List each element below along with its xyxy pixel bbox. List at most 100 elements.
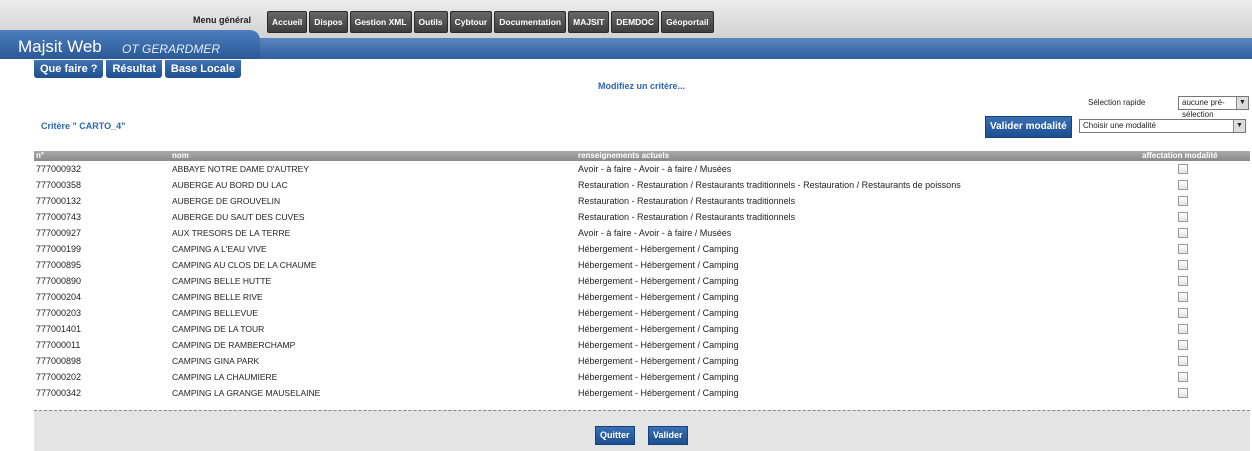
row-checkbox[interactable] (1178, 244, 1188, 254)
menu-label: Menu général (193, 15, 252, 25)
criterion-label: Critère " CARTO_4" (41, 121, 126, 131)
menu-item-demdoc[interactable]: DEMDOC (611, 11, 660, 33)
app-subtitle: OT GERARDMER (122, 42, 221, 56)
row-nom: CAMPING AU CLOS DE LA CHAUME (172, 260, 317, 270)
modality-dropdown[interactable]: Choisir une modalité ▼ (1079, 119, 1246, 133)
chevron-down-icon: ▼ (1233, 120, 1245, 132)
table-row: 777000342 CAMPING LA GRANGE MAUSELAINE H… (34, 386, 1250, 402)
tab-base-locale[interactable]: Base Locale (164, 60, 242, 78)
row-checkbox[interactable] (1178, 196, 1188, 206)
row-nom: CAMPING LA CHAUMIERE (172, 372, 278, 382)
quit-button[interactable]: Quitter (595, 426, 635, 445)
row-renseignements: Restauration - Restauration / Restaurant… (578, 212, 796, 222)
row-num: 777000927 (36, 228, 82, 238)
row-nom: CAMPING DE LA TOUR (172, 324, 265, 334)
row-renseignements: Hébergement - Hébergement / Camping (578, 372, 739, 382)
row-renseignements: Hébergement - Hébergement / Camping (578, 260, 739, 270)
modality-select-value: Choisir une modalité (1083, 121, 1156, 130)
menu-item-majsit[interactable]: MAJSIT (568, 11, 610, 33)
table-row: 777001401 CAMPING DE LA TOUR Hébergement… (34, 322, 1250, 338)
row-nom: CAMPING BELLE HUTTE (172, 276, 272, 286)
row-checkbox[interactable] (1178, 292, 1188, 302)
row-checkbox[interactable] (1178, 372, 1188, 382)
table-row: 777000895 CAMPING AU CLOS DE LA CHAUME H… (34, 258, 1250, 274)
tab-resultat[interactable]: Résultat (106, 60, 162, 78)
row-nom: CAMPING DE RAMBERCHAMP (172, 340, 296, 350)
row-nom: ABBAYE NOTRE DAME D'AUTREY (172, 164, 310, 174)
quick-select-dropdown[interactable]: aucune pré-sélection ▼ (1178, 96, 1249, 119)
row-renseignements: Hébergement - Hébergement / Camping (578, 388, 739, 398)
row-nom: CAMPING A L'EAU VIVE (172, 244, 267, 254)
row-num: 777000932 (36, 164, 82, 174)
menu-item-dispos[interactable]: Dispos (309, 11, 348, 33)
row-renseignements: Restauration - Restauration / Restaurant… (578, 180, 961, 190)
row-renseignements: Hébergement - Hébergement / Camping (578, 340, 739, 350)
page-prompt: Modifiez un critère... (598, 81, 686, 91)
row-nom: CAMPING BELLEVUE (172, 308, 258, 318)
sub-tabs: Que faire ? Résultat Base Locale (34, 60, 242, 78)
table-row: 777000890 CAMPING BELLE HUTTE Hébergemen… (34, 274, 1250, 290)
row-checkbox[interactable] (1178, 324, 1188, 334)
table-row: 777000204 CAMPING BELLE RIVE Hébergement… (34, 290, 1250, 306)
validate-modality-button[interactable]: Valider modalité (985, 116, 1072, 138)
row-num: 777000199 (36, 244, 82, 254)
row-num: 777000890 (36, 276, 82, 286)
row-renseignements: Avoir - à faire - Avoir - à faire / Musé… (578, 164, 732, 174)
main-menu: Accueil Dispos Gestion XML Outils Cybtou… (267, 11, 714, 33)
row-renseignements: Hébergement - Hébergement / Camping (578, 356, 739, 366)
row-renseignements: Restauration - Restauration / Restaurant… (578, 196, 796, 206)
row-renseignements: Hébergement - Hébergement / Camping (578, 244, 739, 254)
row-nom: AUX TRESORS DE LA TERRE (172, 228, 291, 238)
row-renseignements: Hébergement - Hébergement / Camping (578, 276, 739, 286)
header-nom: nom (172, 151, 189, 160)
table-row: 777000927 AUX TRESORS DE LA TERRE Avoir … (34, 226, 1250, 242)
row-checkbox[interactable] (1178, 164, 1188, 174)
row-num: 777000011 (36, 340, 81, 350)
tab-que-faire[interactable]: Que faire ? (34, 60, 104, 78)
row-renseignements: Hébergement - Hébergement / Camping (578, 324, 739, 334)
row-nom: AUBERGE AU BORD DU LAC (172, 180, 288, 190)
row-checkbox[interactable] (1178, 340, 1188, 350)
table-row: 777000358 AUBERGE AU BORD DU LAC Restaur… (34, 178, 1250, 194)
menu-item-outils[interactable]: Outils (413, 11, 448, 33)
row-checkbox[interactable] (1178, 388, 1188, 398)
table-row: 777000743 AUBERGE DU SAUT DES CUVES Rest… (34, 210, 1250, 226)
row-checkbox[interactable] (1178, 212, 1188, 222)
row-num: 777001401 (36, 324, 82, 334)
table-row: 777000132 AUBERGE DE GROUVELIN Restaurat… (34, 194, 1250, 210)
row-nom: AUBERGE DE GROUVELIN (172, 196, 281, 206)
validate-button[interactable]: Valider (648, 426, 688, 445)
table-row: 777000932 ABBAYE NOTRE DAME D'AUTREY Avo… (34, 162, 1250, 178)
menu-item-documentation[interactable]: Documentation (494, 11, 567, 33)
app-title: Majsit Web (18, 37, 102, 56)
row-num: 777000898 (36, 356, 82, 366)
menu-item-geoportail[interactable]: Géoportail (661, 11, 714, 33)
row-checkbox[interactable] (1178, 260, 1188, 270)
menu-item-cybtour[interactable]: Cybtour (449, 11, 493, 33)
row-checkbox[interactable] (1178, 180, 1188, 190)
row-checkbox[interactable] (1178, 356, 1188, 366)
quick-select-label: Sélection rapide (1088, 98, 1146, 107)
chevron-down-icon: ▼ (1236, 97, 1248, 109)
row-renseignements: Hébergement - Hébergement / Camping (578, 308, 739, 318)
row-num: 777000202 (36, 372, 82, 382)
row-nom: CAMPING LA GRANGE MAUSELAINE (172, 388, 321, 398)
table-row: 777000898 CAMPING GINA PARK Hébergement … (34, 354, 1250, 370)
row-num: 777000204 (36, 292, 82, 302)
header-renseignements: renseignements actuels (578, 151, 670, 160)
table-row: 777000203 CAMPING BELLEVUE Hébergement -… (34, 306, 1250, 322)
table-row: 777000199 CAMPING A L'EAU VIVE Hébergeme… (34, 242, 1250, 258)
row-num: 777000342 (36, 388, 82, 398)
row-num: 777000203 (36, 308, 82, 318)
table-body: 777000932 ABBAYE NOTRE DAME D'AUTREY Avo… (34, 162, 1250, 402)
row-nom: CAMPING BELLE RIVE (172, 292, 263, 302)
row-checkbox[interactable] (1178, 228, 1188, 238)
row-checkbox[interactable] (1178, 276, 1188, 286)
menu-item-gestion-xml[interactable]: Gestion XML (349, 11, 412, 33)
table-row: 777000011 CAMPING DE RAMBERCHAMP Héberge… (34, 338, 1250, 354)
menu-item-accueil[interactable]: Accueil (267, 11, 308, 33)
row-num: 777000132 (36, 196, 82, 206)
row-checkbox[interactable] (1178, 308, 1188, 318)
row-num: 777000895 (36, 260, 82, 270)
table-row: 777000202 CAMPING LA CHAUMIERE Hébergeme… (34, 370, 1250, 386)
